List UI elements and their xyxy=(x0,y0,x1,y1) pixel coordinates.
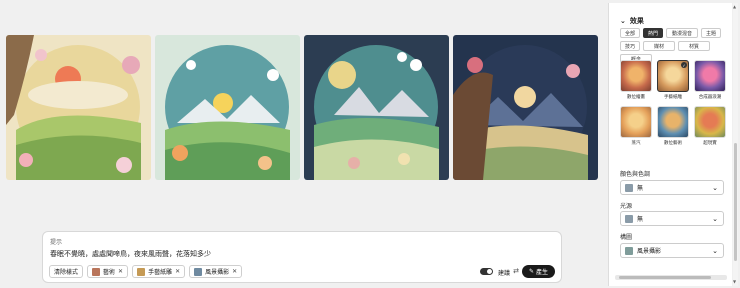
none-thumbnail-icon xyxy=(625,214,633,223)
suggestions-label: 建議 xyxy=(497,270,510,277)
result-image-3[interactable] xyxy=(304,35,449,180)
style-chip-papercraft[interactable]: 手藝紙雕 ✕ xyxy=(132,265,186,278)
effect-steam[interactable]: 蒸汽 xyxy=(620,106,652,146)
effect-digital-art[interactable]: 數位藝術 xyxy=(657,106,689,146)
balloon-thumbnail xyxy=(620,106,652,138)
effect-papercraft[interactable]: ✓ 手藝紙雕 xyxy=(657,60,689,100)
clear-styles-button[interactable]: 清除樣式 xyxy=(49,265,84,278)
tab-media[interactable]: 媒材 xyxy=(643,41,675,51)
prompt-panel: 提示 春眠不覺曉，處處聞啼鳥，夜來風雨聲，花落知多少 清除樣式 藝術 ✕ 手藝紙… xyxy=(42,231,562,283)
style-chip-landscape[interactable]: 風景攝影 ✕ xyxy=(189,265,243,278)
scrollbar-thumb[interactable] xyxy=(734,143,737,261)
tab-anime-remix[interactable]: 動漫混音 xyxy=(666,28,698,38)
color-tone-select[interactable]: 無 ⌄ xyxy=(620,180,724,195)
prompt-label: 提示 xyxy=(50,239,63,246)
composition-label: 構圖 xyxy=(620,234,633,241)
lighting-select[interactable]: 無 ⌄ xyxy=(620,211,724,226)
remove-icon[interactable]: ✕ xyxy=(232,268,237,275)
paper-landscape-image xyxy=(6,35,151,180)
translate-icon[interactable]: ⇄ xyxy=(513,267,519,275)
result-image-2[interactable] xyxy=(155,35,300,180)
chevron-down-icon: ⌄ xyxy=(712,184,718,192)
tab-popular[interactable]: 熱門 xyxy=(643,28,663,38)
vertical-scrollbar[interactable]: ▲ ▼ xyxy=(733,3,738,286)
scroll-down-icon[interactable]: ▼ xyxy=(733,279,736,284)
remove-icon[interactable]: ✕ xyxy=(175,268,180,275)
effect-digital-painting[interactable]: 數位繪畫 xyxy=(620,60,652,100)
effects-section-header[interactable]: ⌄ 效果 xyxy=(620,16,644,26)
style-thumbnail-icon xyxy=(137,267,146,276)
generate-icon: ✎ xyxy=(528,268,534,275)
chip-label: 手藝紙雕 xyxy=(148,269,173,276)
balloon-thumbnail xyxy=(620,60,652,92)
effect-synthwave[interactable]: 合成器浪潮 xyxy=(694,60,726,100)
suggestions-toggle[interactable] xyxy=(480,268,493,275)
scrollbar-thumb[interactable] xyxy=(619,276,711,279)
chevron-down-icon: ⌄ xyxy=(620,17,626,25)
remove-icon[interactable]: ✕ xyxy=(118,268,123,275)
effects-tabs: 全部 熱門 動漫混音 主題 技巧 媒材 材質 概念 xyxy=(620,28,725,64)
color-tone-label: 顏色與色調 xyxy=(620,171,651,178)
balloon-thumbnail xyxy=(657,106,689,138)
chip-label: 風景攝影 xyxy=(205,269,230,276)
prompt-input[interactable]: 春眠不覺曉，處處聞啼鳥，夜來風雨聲，花落知多少 xyxy=(50,249,211,259)
composition-select[interactable]: 風景攝影 ⌄ xyxy=(620,243,724,258)
paper-landscape-image xyxy=(155,35,300,180)
generate-button[interactable]: ✎ 產生 xyxy=(522,265,555,278)
style-thumbnail-icon xyxy=(92,267,101,276)
style-thumbnail-icon xyxy=(194,267,203,276)
tab-all[interactable]: 全部 xyxy=(620,28,640,38)
none-thumbnail-icon xyxy=(625,183,633,192)
tab-theme[interactable]: 主題 xyxy=(701,28,721,38)
scroll-up-icon[interactable]: ▲ xyxy=(733,4,736,9)
paper-landscape-image xyxy=(304,35,449,180)
style-chips: 清除樣式 藝術 ✕ 手藝紙雕 ✕ 風景攝影 ✕ xyxy=(49,265,243,278)
chevron-down-icon: ⌄ xyxy=(712,215,718,223)
paper-landscape-image xyxy=(453,35,598,180)
check-icon: ✓ xyxy=(681,62,687,68)
landscape-thumbnail-icon xyxy=(625,246,633,255)
balloon-thumbnail: ✓ xyxy=(657,60,689,92)
image-gallery xyxy=(6,35,598,180)
balloon-thumbnail xyxy=(694,106,726,138)
tab-technique[interactable]: 技巧 xyxy=(620,41,640,51)
result-image-1[interactable] xyxy=(6,35,151,180)
chip-label: 藝術 xyxy=(103,269,116,276)
settings-panel: ⌄ 效果 全部 熱門 動漫混音 主題 技巧 媒材 材質 概念 數位繪畫 ✓ 手藝… xyxy=(608,3,732,286)
lighting-label: 光源 xyxy=(620,203,633,210)
style-chip-art[interactable]: 藝術 ✕ xyxy=(87,265,129,278)
chevron-down-icon: ⌄ xyxy=(712,247,718,255)
effect-tiles: 數位繪畫 ✓ 手藝紙雕 合成器浪潮 蒸汽 數位藝術 超現實 xyxy=(620,60,728,146)
balloon-thumbnail xyxy=(694,60,726,92)
result-image-4[interactable] xyxy=(453,35,598,180)
horizontal-scrollbar[interactable] xyxy=(615,275,727,280)
effect-surreal[interactable]: 超現實 xyxy=(694,106,726,146)
tab-material[interactable]: 材質 xyxy=(678,41,710,51)
